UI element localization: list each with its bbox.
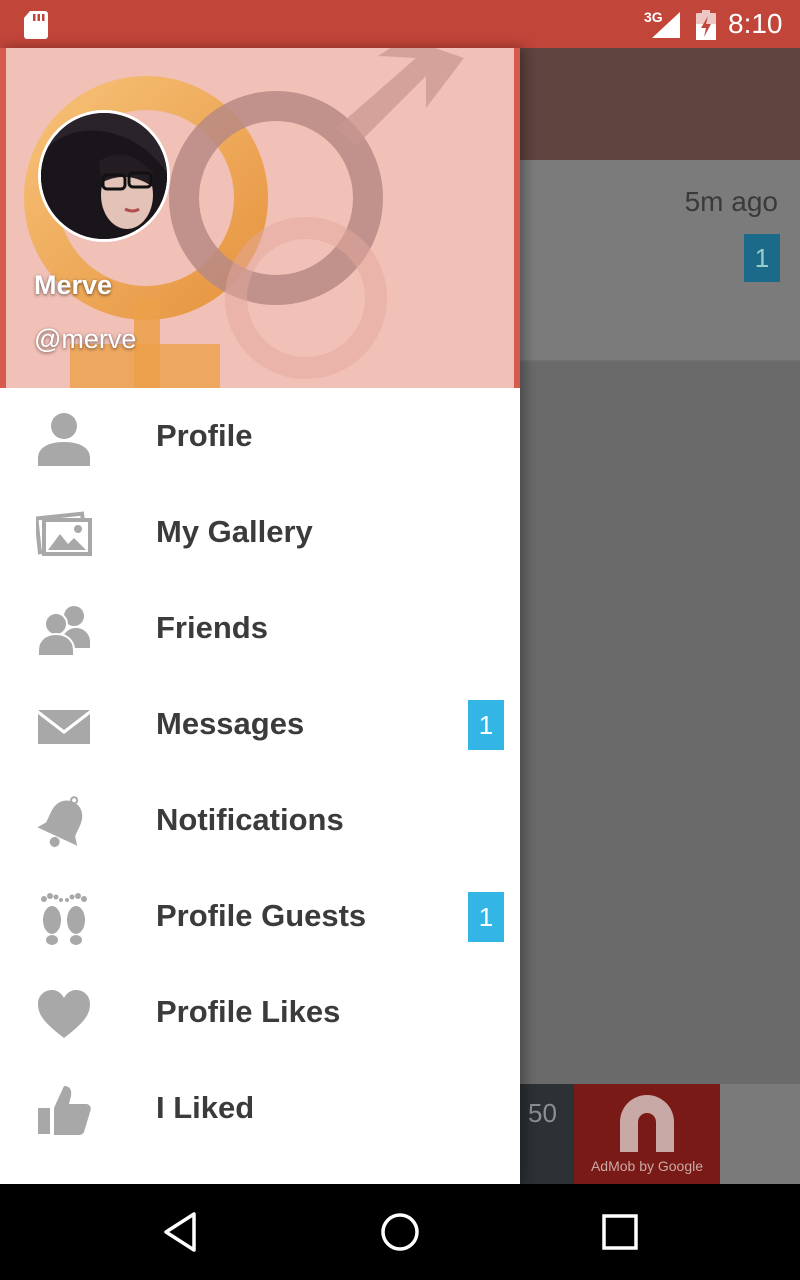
menu-item-profile[interactable]: Profile <box>0 388 520 484</box>
envelope-icon <box>38 710 90 744</box>
menu-item-i-liked[interactable]: I Liked <box>0 1060 520 1156</box>
menu-label: My Gallery <box>156 514 313 549</box>
menu-item-my-gallery[interactable]: My Gallery <box>0 484 520 580</box>
footprints-icon <box>41 893 87 945</box>
message-time: 5m ago <box>684 186 778 217</box>
gallery-icon <box>36 511 92 556</box>
menu-label: Profile Likes <box>156 994 341 1029</box>
menu-item-notifications[interactable]: Notifications <box>0 772 520 868</box>
heart-icon <box>38 990 90 1038</box>
network-type: 3G <box>644 9 663 25</box>
menu-label: Messages <box>156 706 305 741</box>
person-icon <box>38 413 90 466</box>
thumbs-up-icon <box>38 1086 91 1135</box>
drawer-header: Merve @merve <box>0 48 520 388</box>
menu-item-messages[interactable]: Messages 1 <box>0 676 520 772</box>
menu-label: Profile <box>156 418 253 453</box>
user-name: Merve <box>34 270 113 300</box>
menu-item-friends[interactable]: Friends <box>0 580 520 676</box>
admob-logo-icon <box>620 1095 674 1152</box>
avatar[interactable] <box>38 110 170 242</box>
profile-guests-badge: 1 <box>468 892 504 942</box>
friends-icon <box>37 606 90 657</box>
messages-badge: 1 <box>468 700 504 750</box>
status-bar: 3G 8:10 <box>0 0 800 48</box>
menu-label: Notifications <box>156 802 344 837</box>
system-nav-bar <box>0 1184 800 1280</box>
admob-panel: AdMob by Google <box>574 1084 720 1184</box>
recents-icon[interactable] <box>598 1210 642 1254</box>
menu-label: I Liked <box>156 1090 255 1125</box>
battery-charging-icon <box>696 10 716 40</box>
menu-item-profile-guests[interactable]: Profile Guests 1 <box>0 868 520 964</box>
drawer-menu: Profile My Gallery Friends Messages 1 No… <box>0 388 520 1156</box>
clock: 8:10 <box>728 8 783 39</box>
user-handle: @merve <box>34 324 137 354</box>
ad-number: 50 <box>528 1098 557 1128</box>
menu-label: Friends <box>156 610 268 645</box>
back-icon[interactable] <box>158 1210 202 1254</box>
admob-label: AdMob by Google <box>590 1158 704 1174</box>
unread-badge: 1 <box>744 234 780 282</box>
sd-card-icon <box>24 11 48 39</box>
navigation-drawer: Merve @merve Profile My Gallery Friends … <box>0 48 520 1184</box>
menu-label: Profile Guests <box>156 898 367 933</box>
home-icon[interactable] <box>378 1210 422 1254</box>
bell-icon <box>37 796 83 847</box>
menu-item-profile-likes[interactable]: Profile Likes <box>0 964 520 1060</box>
avatar-photo <box>41 113 167 239</box>
